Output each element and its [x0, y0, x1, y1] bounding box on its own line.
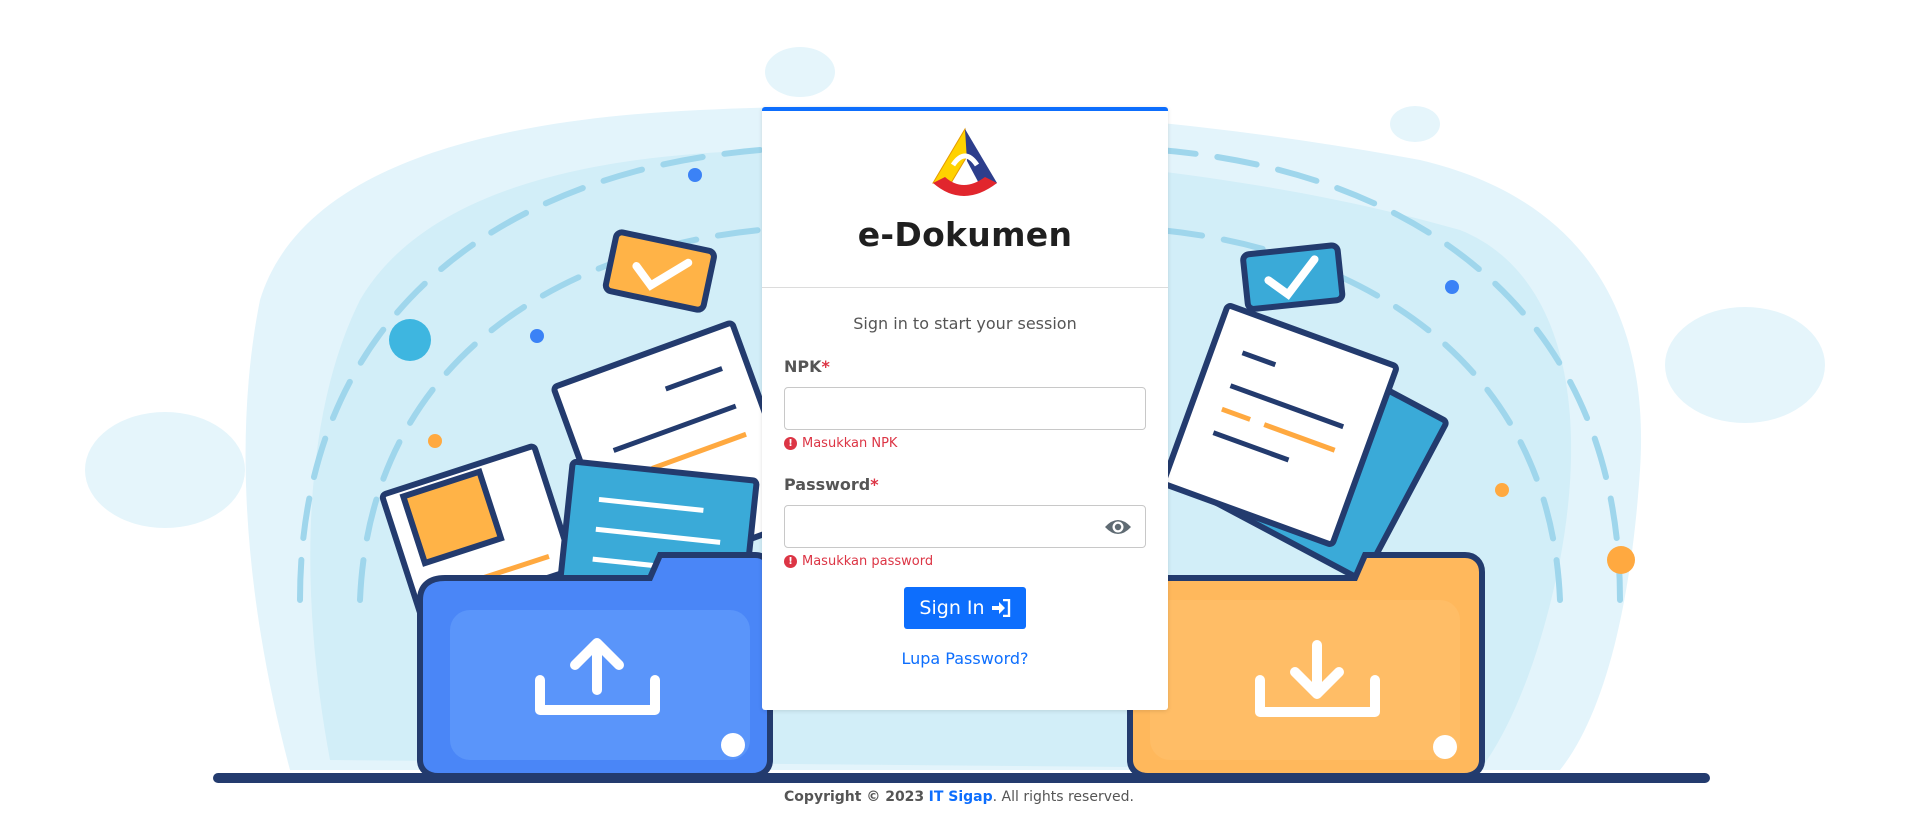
eye-icon[interactable]	[1104, 517, 1132, 537]
npk-error-text: Masukkan NPK	[802, 436, 898, 451]
dot	[688, 168, 702, 182]
password-label-text: Password	[784, 475, 871, 494]
forgot-password-link[interactable]: Lupa Password?	[784, 649, 1146, 668]
npk-label-text: NPK	[784, 357, 822, 376]
npk-input[interactable]	[784, 387, 1146, 430]
dot	[428, 434, 442, 448]
sign-in-button[interactable]: Sign In	[904, 587, 1026, 629]
dot	[1445, 280, 1459, 294]
card-header: e-Dokumen	[762, 111, 1168, 288]
sign-in-arrow-icon	[991, 599, 1010, 617]
dot	[1495, 483, 1509, 497]
tri-color-logo-icon	[932, 127, 997, 196]
password-input[interactable]	[784, 505, 1146, 548]
exclamation-circle-icon: !	[784, 555, 797, 568]
password-error-text: Masukkan password	[802, 554, 934, 569]
bubble	[1665, 307, 1825, 423]
button-row: Sign In	[784, 587, 1146, 629]
bubble	[85, 412, 245, 528]
bubble	[765, 47, 835, 97]
upload-folder	[417, 552, 773, 779]
dot	[389, 319, 431, 361]
dot	[1607, 546, 1635, 574]
copyright-text: Copyright © 2023	[784, 789, 925, 805]
login-subtitle: Sign in to start your session	[853, 314, 1077, 333]
required-mark: *	[870, 475, 879, 494]
password-field-wrap	[784, 505, 1146, 548]
footer: Copyright © 2023 IT Sigap. All rights re…	[0, 789, 1918, 805]
npk-error: ! Masukkan NPK	[784, 436, 1146, 451]
login-card: e-Dokumen Sign in to start your session …	[762, 107, 1168, 710]
sign-in-label: Sign In	[919, 597, 985, 619]
download-folder	[1127, 552, 1485, 779]
required-mark: *	[821, 357, 830, 376]
rights-text: . All rights reserved.	[992, 789, 1134, 805]
login-form: Sign in to start your session NPK* ! Mas…	[762, 314, 1168, 668]
password-error: ! Masukkan password	[784, 554, 1146, 569]
app-title: e-Dokumen	[857, 215, 1073, 254]
bubble	[1390, 106, 1440, 142]
dot	[530, 329, 544, 343]
npk-label: NPK*	[784, 357, 1146, 376]
brand-link[interactable]: IT Sigap	[929, 789, 993, 805]
password-label: Password*	[784, 475, 1146, 494]
npk-field-wrap	[784, 387, 1146, 430]
exclamation-circle-icon: !	[784, 437, 797, 450]
